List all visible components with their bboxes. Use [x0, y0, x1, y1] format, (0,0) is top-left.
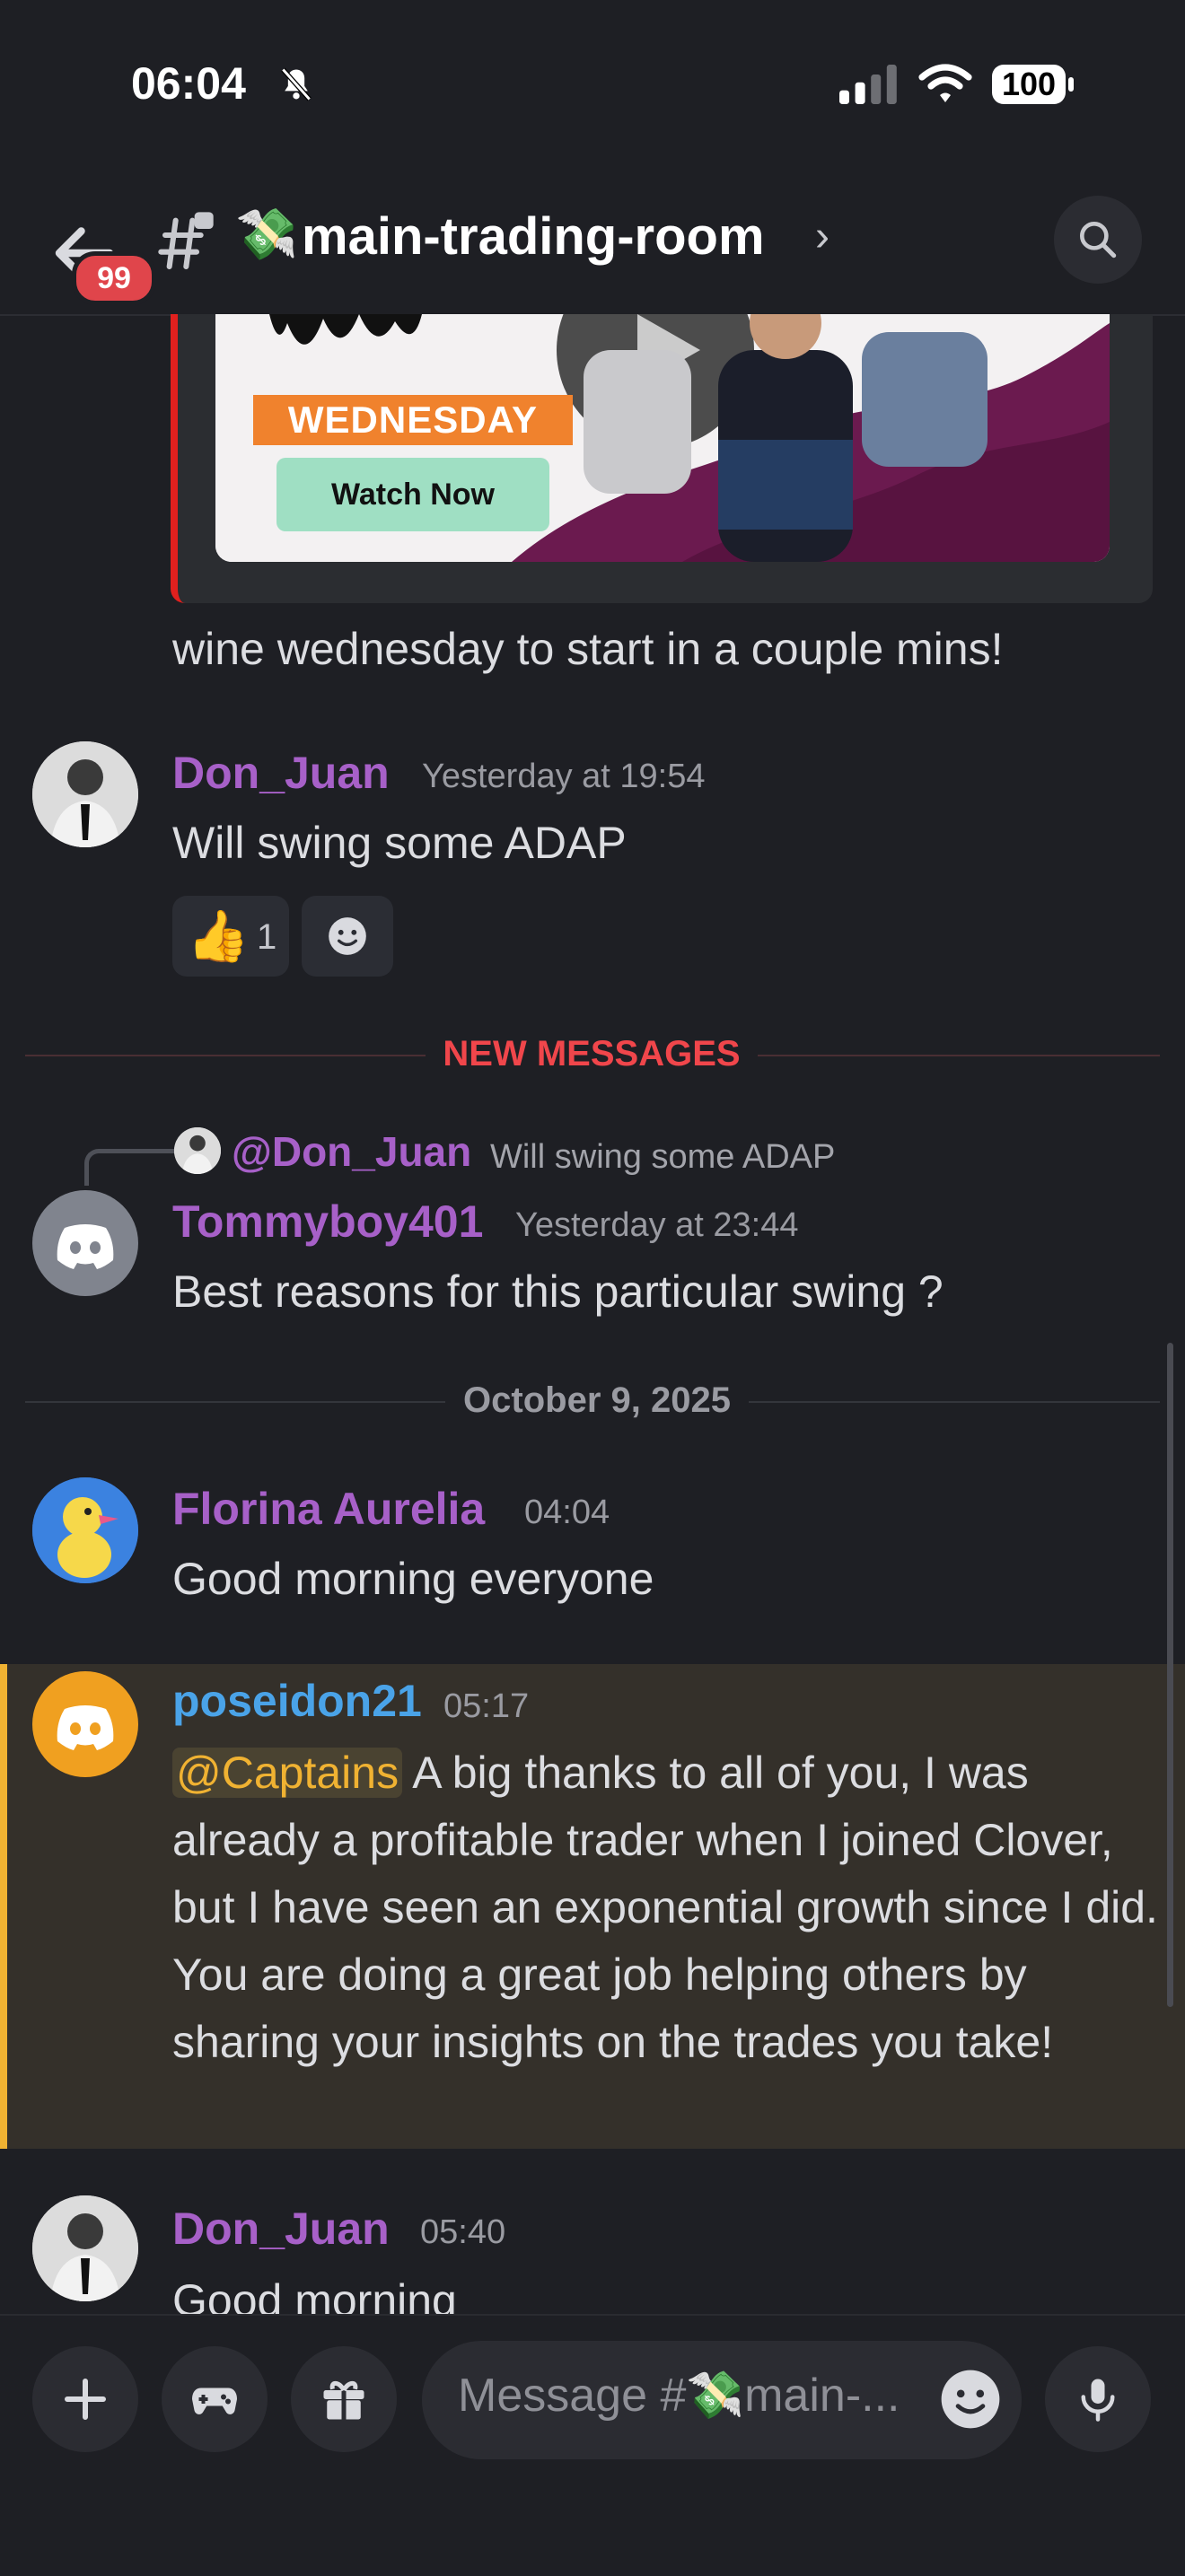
new-messages-divider: NEW MESSAGES [443, 1034, 741, 1073]
person-avatar-image [32, 741, 138, 847]
microphone-icon [1081, 2379, 1115, 2422]
message-text: Good morning everyone [172, 1554, 654, 1604]
wednesday-banner: WEDNESDAY [253, 395, 573, 445]
add-reaction-button[interactable] [302, 896, 393, 977]
bell-muted-icon [281, 67, 312, 101]
search-icon [1080, 221, 1117, 258]
author-name[interactable]: Don_Juan [172, 2203, 390, 2255]
battery-level: 100 [1001, 66, 1057, 102]
message-timestamp: Yesterday at 23:44 [515, 1206, 799, 1244]
smiley-icon [329, 917, 366, 955]
cellular-signal-icon [839, 65, 897, 104]
author-name[interactable]: Tommyboy401 [172, 1196, 483, 1248]
duck-avatar-image [32, 1477, 138, 1583]
search-button[interactable] [1054, 196, 1142, 284]
avatar[interactable] [32, 741, 138, 847]
date-divider: October 9, 2025 [463, 1380, 731, 1420]
divider-line [749, 1401, 1160, 1403]
divider-line [25, 1055, 426, 1056]
message-timestamp: 05:40 [420, 2213, 506, 2251]
private-channel-icon [158, 212, 214, 270]
discord-logo-icon [57, 1705, 114, 1750]
reply-preview-text[interactable]: Will swing some ADAP [490, 1138, 835, 1177]
chevron-right-icon[interactable]: › [815, 212, 830, 261]
wifi-icon [918, 64, 972, 102]
divider-line [758, 1055, 1160, 1056]
reply-avatar [174, 1127, 221, 1174]
thumbs-up-emoji: 👍 [187, 907, 250, 964]
watch-now-button[interactable]: Watch Now [276, 458, 549, 531]
reply-connector [84, 1149, 175, 1186]
reply-mention[interactable]: @Don_Juan [232, 1127, 471, 1176]
channel-emoji: 💸 [235, 206, 298, 262]
message-text: wine wednesday to start in a couple mins… [172, 624, 1004, 674]
plus-icon [65, 2379, 106, 2420]
unread-count-badge: 99 [72, 251, 156, 305]
message-text: Will swing some ADAP [172, 818, 627, 868]
person-avatar-image [32, 2195, 138, 2301]
reaction-count: 1 [257, 917, 277, 957]
role-mention[interactable]: @Captains [172, 1748, 403, 1798]
voice-message-button[interactable] [1045, 2346, 1151, 2452]
avatar[interactable] [32, 1190, 138, 1296]
message-text: @Captains A big thanks to all of you, I … [172, 1739, 1169, 2076]
person-avatar-image [174, 1127, 221, 1174]
message-timestamp: Yesterday at 19:54 [422, 758, 706, 795]
avatar[interactable] [32, 1477, 138, 1583]
message-timestamp: 05:17 [443, 1687, 530, 1725]
activities-button[interactable] [162, 2346, 268, 2452]
channel-name[interactable]: main-trading-room [302, 206, 765, 267]
message-timestamp: 04:04 [524, 1494, 610, 1531]
avatar[interactable] [32, 1671, 138, 1777]
gamepad-icon [192, 2388, 237, 2414]
divider-line [25, 1401, 445, 1403]
scrollbar[interactable] [1167, 1343, 1173, 2007]
gift-icon [323, 2380, 364, 2420]
author-name[interactable]: Florina Aurelia [172, 1483, 485, 1535]
add-attachment-button[interactable] [32, 2346, 138, 2452]
emoji-picker-icon[interactable] [937, 2366, 1004, 2432]
battery-indicator: 100 [990, 63, 1075, 106]
avatar[interactable] [32, 2195, 138, 2301]
author-name[interactable]: Don_Juan [172, 747, 390, 799]
discord-logo-icon [57, 1224, 114, 1269]
author-name[interactable]: poseidon21 [172, 1675, 422, 1727]
gift-button[interactable] [291, 2346, 397, 2452]
status-time: 06:04 [131, 58, 246, 109]
message-text: Best reasons for this particular swing ? [172, 1266, 944, 1317]
message-input-placeholder: Message #💸main-... [458, 2370, 900, 2422]
